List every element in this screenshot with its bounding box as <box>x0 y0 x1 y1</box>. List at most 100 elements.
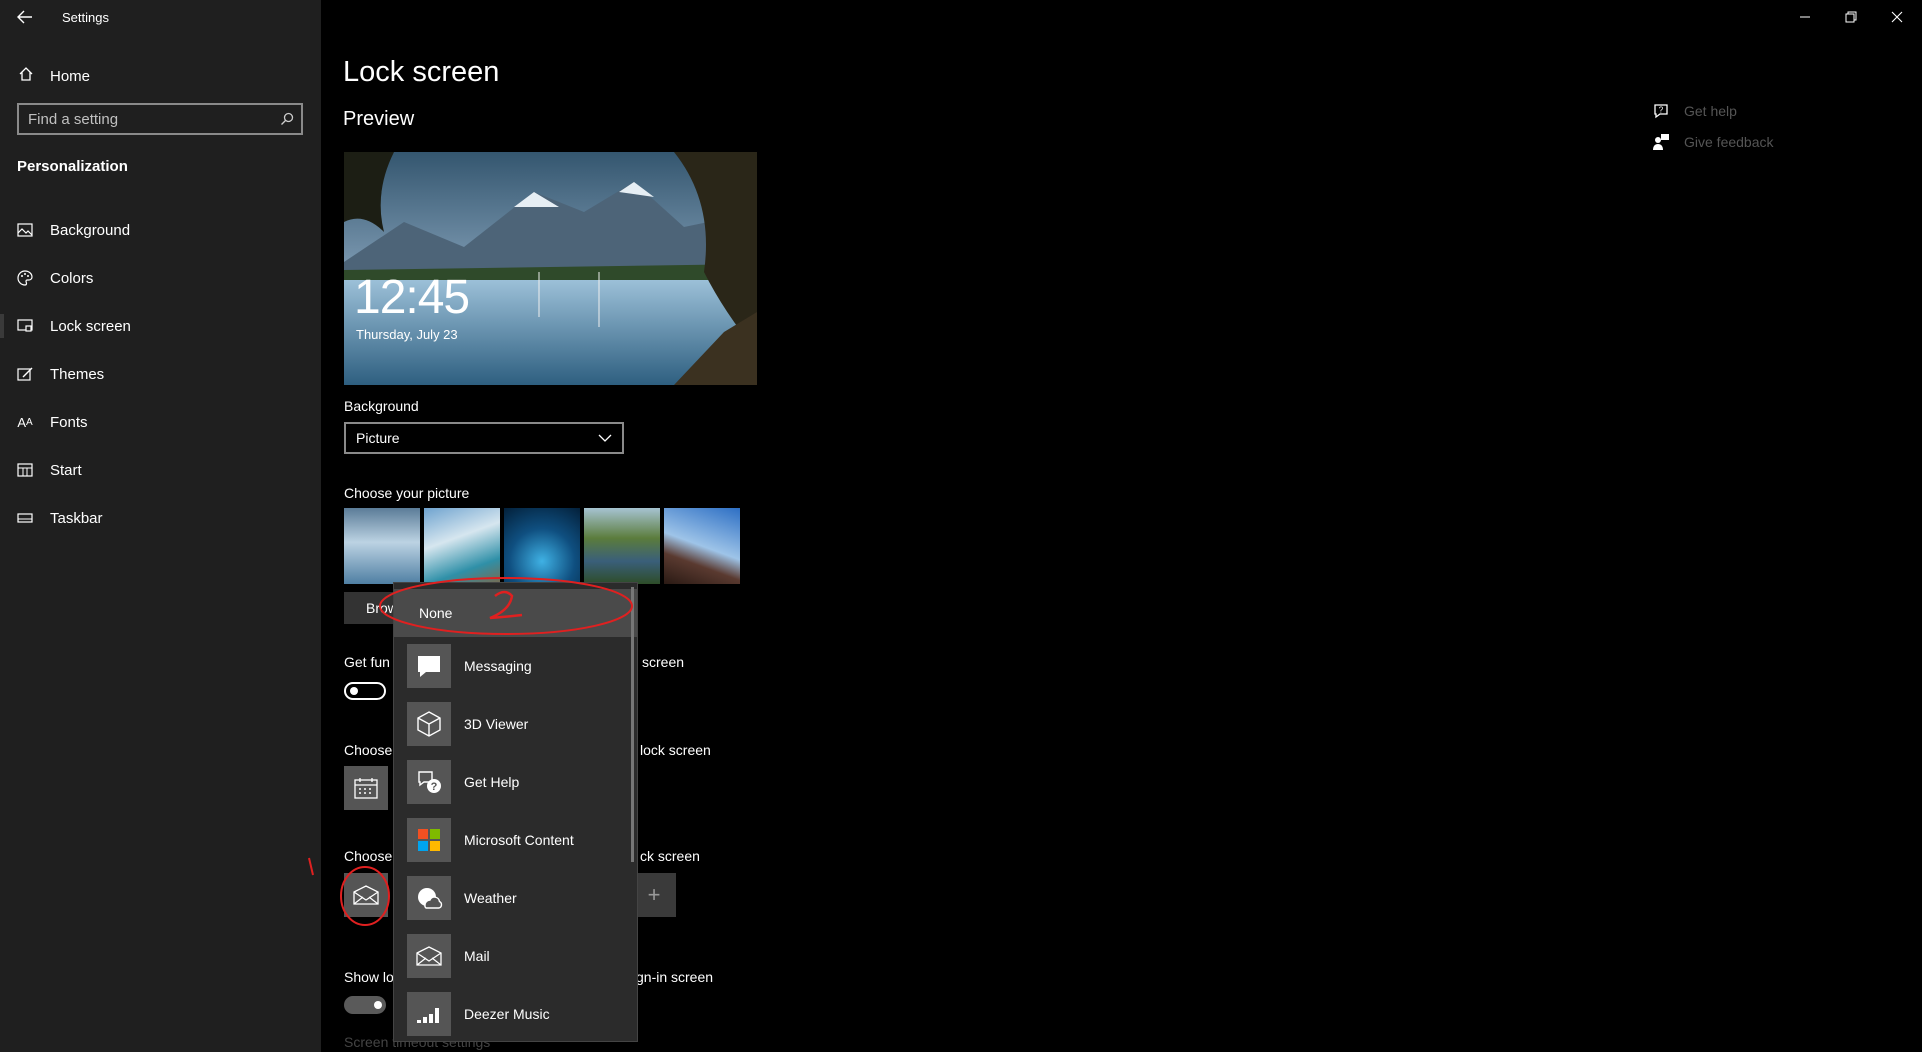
get-help-label: Get help <box>1684 103 1737 119</box>
background-dropdown-value: Picture <box>356 430 400 446</box>
sidebar-item-label: Fonts <box>50 413 88 431</box>
popup-item-label: Messaging <box>464 658 532 674</box>
popup-item-label: 3D Viewer <box>464 716 529 732</box>
choose-quick-status-right: ck screen <box>640 848 700 864</box>
picture-thumbnail[interactable] <box>504 508 580 584</box>
calendar-icon <box>354 778 378 799</box>
3d-viewer-icon <box>407 702 451 746</box>
sidebar-item-label: Background <box>50 221 131 239</box>
toggle-knob <box>374 1001 382 1009</box>
scrollbar[interactable] <box>631 587 634 862</box>
popup-item-mail[interactable]: Mail <box>394 927 637 985</box>
home-icon <box>18 66 34 86</box>
popup-item-label: Weather <box>464 890 517 906</box>
popup-item-microsoft-content[interactable]: Microsoft Content <box>394 811 637 869</box>
search-input[interactable] <box>19 109 273 129</box>
nav-list: Background Colors Lock screen Themes AA … <box>0 206 321 542</box>
themes-icon <box>16 365 34 383</box>
sidebar-item-label: Taskbar <box>50 509 103 527</box>
get-help-link[interactable]: ? Get help <box>1652 102 1737 120</box>
lock-screen-preview: 12:45 Thursday, July 23 <box>344 152 757 385</box>
landscape-image <box>344 152 757 385</box>
popup-item-3d-viewer[interactable]: 3D Viewer <box>394 695 637 753</box>
svg-text:?: ? <box>431 781 438 793</box>
sidebar: Settings Home Personalization Background… <box>0 0 321 1052</box>
choose-detailed-status-right: lock screen <box>640 742 711 758</box>
sidebar-item-lock-screen[interactable]: Lock screen <box>0 302 321 350</box>
lock-screen-icon <box>16 317 34 335</box>
sidebar-item-label: Colors <box>50 269 94 287</box>
popup-item-none[interactable]: None <box>394 589 637 637</box>
mail-quick-status-button[interactable] <box>344 873 388 917</box>
calendar-app-button[interactable] <box>344 766 388 810</box>
preview-time: 12:45 <box>354 271 470 324</box>
sidebar-item-label: Lock screen <box>50 317 131 335</box>
background-dropdown[interactable]: Picture <box>344 422 624 454</box>
show-bg-signin-toggle[interactable] <box>344 996 386 1014</box>
image-icon <box>16 221 34 239</box>
app-title: Settings <box>62 10 109 25</box>
add-quick-status-button[interactable]: + <box>632 873 676 917</box>
messaging-icon <box>407 644 451 688</box>
close-icon <box>1891 11 1903 23</box>
sidebar-item-background[interactable]: Background <box>0 206 321 254</box>
picture-thumbnails <box>344 508 740 584</box>
sidebar-item-themes[interactable]: Themes <box>0 350 321 398</box>
sidebar-item-taskbar[interactable]: Taskbar <box>0 494 321 542</box>
choose-detailed-status-left: Choose <box>344 742 393 758</box>
sidebar-item-fonts[interactable]: AA Fonts <box>0 398 321 446</box>
popup-item-deezer-music[interactable]: Deezer Music <box>394 985 637 1041</box>
give-feedback-label: Give feedback <box>1684 134 1774 150</box>
show-bg-signin-left: Show lo <box>344 969 394 985</box>
popup-item-label: Mail <box>464 948 490 964</box>
minimize-button[interactable] <box>1782 0 1828 34</box>
sidebar-item-label: Start <box>50 461 82 479</box>
nav-home[interactable]: Home <box>18 64 90 88</box>
search-icon[interactable] <box>273 112 301 126</box>
sidebar-item-label: Themes <box>50 365 105 383</box>
popup-item-weather[interactable]: Weather <box>394 869 637 927</box>
get-help-icon: ? <box>407 760 451 804</box>
page-title: Lock screen <box>343 56 500 88</box>
background-label: Background <box>344 398 419 414</box>
quick-status-app-picker: None Messaging 3D Viewer ? Get Help Micr… <box>393 582 638 1042</box>
mail-icon <box>353 885 379 905</box>
popup-item-label: Deezer Music <box>464 1006 550 1022</box>
restore-button[interactable] <box>1828 0 1874 34</box>
chevron-down-icon <box>598 434 612 442</box>
fonts-icon: AA <box>17 414 33 430</box>
choose-quick-status-left: Choose <box>344 848 393 864</box>
picture-thumbnail[interactable] <box>664 508 740 584</box>
picture-thumbnail[interactable] <box>584 508 660 584</box>
preview-heading: Preview <box>343 108 415 130</box>
fun-facts-toggle[interactable] <box>344 682 386 700</box>
toggle-knob <box>350 687 358 695</box>
back-arrow-icon[interactable] <box>14 6 36 28</box>
restore-icon <box>1845 11 1857 23</box>
weather-icon <box>407 876 451 920</box>
palette-icon <box>16 269 34 287</box>
popup-item-label: Microsoft Content <box>464 832 574 848</box>
picture-thumbnail[interactable] <box>424 508 500 584</box>
svg-text:?: ? <box>1659 106 1664 115</box>
home-label: Home <box>50 67 91 85</box>
popup-item-label: Get Help <box>464 774 520 790</box>
popup-item-messaging[interactable]: Messaging <box>394 637 637 695</box>
minimize-icon <box>1800 16 1810 18</box>
get-fun-facts-label-left: Get fun <box>344 654 390 670</box>
close-button[interactable] <box>1874 0 1920 34</box>
section-title: Personalization <box>17 158 128 175</box>
popup-item-get-help[interactable]: ? Get Help <box>394 753 637 811</box>
popup-item-label: None <box>419 605 453 621</box>
sidebar-item-start[interactable]: Start <box>0 446 321 494</box>
give-feedback-link[interactable]: Give feedback <box>1652 133 1774 151</box>
plus-icon: + <box>647 882 661 907</box>
choose-picture-label: Choose your picture <box>344 485 470 501</box>
get-help-icon: ? <box>1654 104 1668 119</box>
search-box[interactable] <box>17 103 303 135</box>
deezer-music-icon <box>407 992 451 1036</box>
mail-icon <box>407 934 451 978</box>
sidebar-item-colors[interactable]: Colors <box>0 254 321 302</box>
picture-thumbnail[interactable] <box>344 508 420 584</box>
feedback-icon <box>1653 134 1669 150</box>
